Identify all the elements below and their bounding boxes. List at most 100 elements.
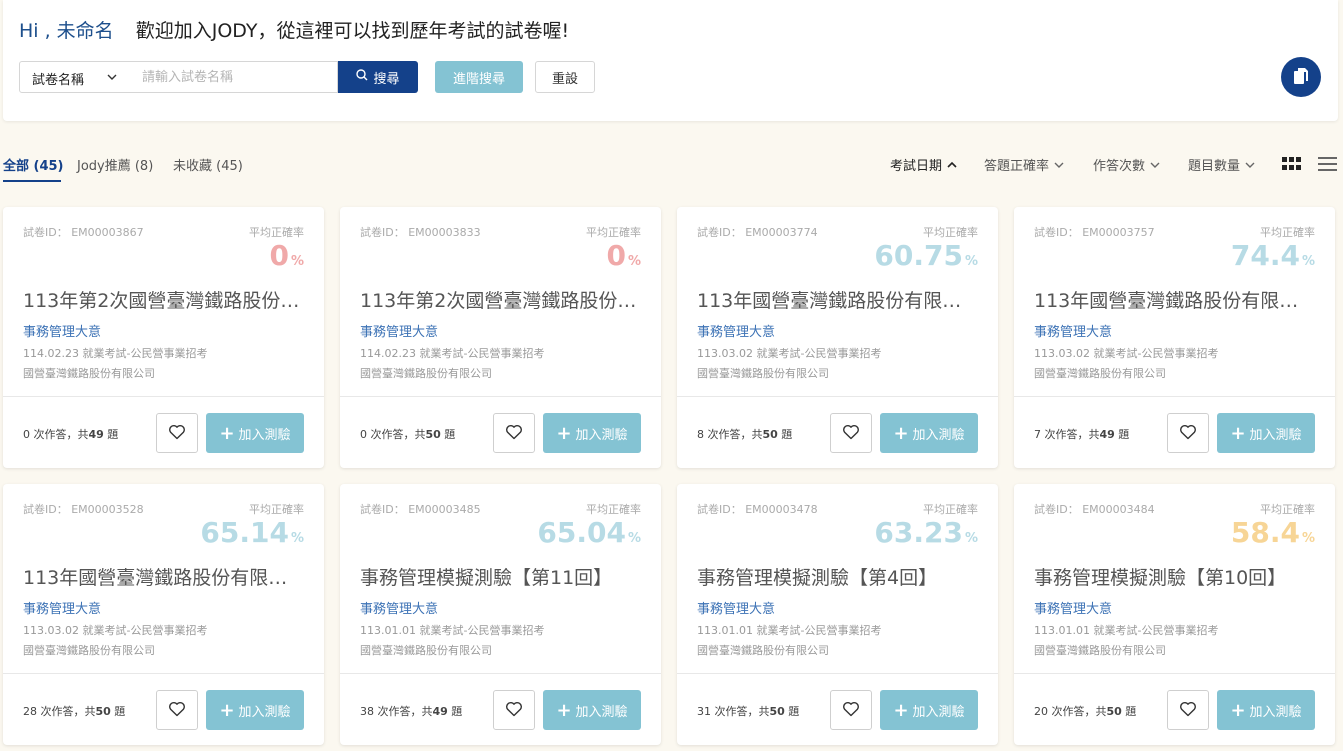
favorite-button[interactable]: [493, 690, 535, 730]
copy-document-button[interactable]: [1281, 57, 1321, 97]
exam-id: 試卷ID： EM00003484: [1034, 501, 1155, 517]
copy-document-icon: [1291, 66, 1311, 89]
advanced-search-button[interactable]: 進階搜尋: [435, 61, 523, 93]
avg-rate-label: 平均正確率: [249, 503, 304, 516]
exam-stats: 0 次作答，共49 題: [23, 426, 118, 442]
exam-subject[interactable]: 事務管理大意: [1034, 598, 1112, 617]
exam-card[interactable]: 試卷ID： EM00003774 平均正確率 60.75% 113年國營臺灣鐵路…: [677, 207, 998, 468]
exam-id: 試卷ID： EM00003867: [23, 224, 144, 240]
exam-title[interactable]: 113年國營臺灣鐵路股份有限公司: [1034, 286, 1314, 313]
plus-icon: +: [1230, 699, 1246, 721]
exam-subject[interactable]: 事務管理大意: [23, 321, 101, 340]
percent-sign: %: [627, 531, 641, 546]
percent-sign: %: [1301, 531, 1315, 546]
add-to-quiz-button[interactable]: + 加入測驗: [1217, 413, 1315, 453]
attempt-text: 次作答，共: [374, 705, 433, 718]
exam-subject[interactable]: 事務管理大意: [23, 598, 101, 617]
exam-stats: 38 次作答，共49 題: [360, 703, 462, 719]
search-button-label: 搜尋: [373, 71, 400, 87]
exam-title[interactable]: 事務管理模擬測驗【第4回】: [697, 563, 977, 590]
favorite-button[interactable]: [156, 690, 198, 730]
plus-icon: +: [1230, 422, 1246, 444]
question-count: 50: [762, 428, 778, 441]
add-to-quiz-button[interactable]: + 加入測驗: [880, 413, 978, 453]
search-button[interactable]: 搜尋: [338, 61, 418, 93]
exam-id-prefix: 試卷ID：: [697, 503, 746, 516]
exam-title[interactable]: 113年第2次國營臺灣鐵路股份有限公司: [360, 286, 640, 313]
sort-exam-date[interactable]: 考試日期: [890, 155, 958, 174]
exam-card[interactable]: 試卷ID： EM00003485 平均正確率 65.04% 事務管理模擬測驗【第…: [340, 484, 661, 745]
question-count: 49: [88, 428, 104, 441]
percent-sign: %: [964, 531, 978, 546]
grid-view-icon[interactable]: [1282, 157, 1302, 175]
question-unit: 題: [1114, 428, 1130, 441]
avg-rate-value: 65.04: [537, 516, 626, 549]
exam-card[interactable]: 試卷ID： EM00003484 平均正確率 58.4% 事務管理模擬測驗【第1…: [1014, 484, 1335, 745]
exam-card[interactable]: 試卷ID： EM00003478 平均正確率 63.23% 事務管理模擬測驗【第…: [677, 484, 998, 745]
add-to-quiz-label: 加入測驗: [912, 704, 965, 720]
exam-stats: 28 次作答，共50 題: [23, 703, 125, 719]
add-to-quiz-button[interactable]: + 加入測驗: [880, 690, 978, 730]
add-to-quiz-button[interactable]: + 加入測驗: [206, 690, 304, 730]
add-to-quiz-label: 加入測驗: [238, 427, 291, 443]
exam-card[interactable]: 試卷ID： EM00003833 平均正確率 0% 113年第2次國營臺灣鐵路股…: [340, 207, 661, 468]
add-to-quiz-label: 加入測驗: [575, 427, 628, 443]
exam-id-prefix: 試卷ID：: [697, 226, 746, 239]
exam-id-value: EM00003478: [745, 503, 818, 516]
exam-title[interactable]: 113年國營臺灣鐵路股份有限公司: [697, 286, 977, 313]
add-to-quiz-button[interactable]: + 加入測驗: [543, 413, 641, 453]
list-view-icon[interactable]: [1318, 156, 1338, 176]
exam-subject[interactable]: 事務管理大意: [697, 598, 775, 617]
add-to-quiz-label: 加入測驗: [912, 427, 965, 443]
exam-id-value: EM00003757: [1082, 226, 1155, 239]
attempt-text: 次作答，共: [1041, 428, 1100, 441]
exam-date-category: 113.01.01 就業考試-公民營事業招考: [1034, 624, 1219, 637]
favorite-button[interactable]: [156, 413, 198, 453]
attempt-count: 8: [697, 428, 704, 441]
tab-all[interactable]: 全部 (45): [3, 155, 64, 174]
search-field-select-value: 試卷名稱: [32, 73, 85, 88]
header-panel: Hi , 未命名 歡迎加入JODY，從這裡可以找到歷年考試的試卷喔! 試卷名稱 …: [3, 0, 1338, 121]
avg-rate-label: 平均正確率: [923, 226, 978, 239]
favorite-button[interactable]: [1167, 690, 1209, 730]
exam-subject[interactable]: 事務管理大意: [697, 321, 775, 340]
exam-subject[interactable]: 事務管理大意: [360, 598, 438, 617]
favorite-button[interactable]: [830, 413, 872, 453]
exam-subject[interactable]: 事務管理大意: [360, 321, 438, 340]
sort-attempts[interactable]: 作答次數: [1093, 155, 1161, 174]
question-count: 50: [769, 705, 785, 718]
add-to-quiz-button[interactable]: + 加入測驗: [1217, 690, 1315, 730]
card-divider: [1014, 396, 1335, 397]
question-count: 50: [1106, 705, 1122, 718]
add-to-quiz-button[interactable]: + 加入測驗: [206, 413, 304, 453]
favorite-button[interactable]: [493, 413, 535, 453]
percent-sign: %: [627, 254, 641, 269]
sort-question-count[interactable]: 題目數量: [1188, 155, 1256, 174]
favorite-button[interactable]: [830, 690, 872, 730]
add-to-quiz-button[interactable]: + 加入測驗: [543, 690, 641, 730]
chevron-down-icon: [1053, 159, 1065, 171]
sort-question-count-label: 題目數量: [1188, 159, 1241, 174]
search-field-select[interactable]: 試卷名稱: [19, 61, 131, 93]
sort-accuracy[interactable]: 答題正確率: [984, 155, 1065, 174]
attempt-text: 次作答，共: [367, 428, 426, 441]
exam-subject[interactable]: 事務管理大意: [1034, 321, 1112, 340]
search-input[interactable]: [130, 61, 338, 93]
exam-card[interactable]: 試卷ID： EM00003867 平均正確率 0% 113年第2次國營臺灣鐵路股…: [3, 207, 324, 468]
exam-organization: 國營臺灣鐵路股份有限公司: [697, 367, 829, 380]
reset-button[interactable]: 重設: [535, 61, 595, 93]
exam-id-prefix: 試卷ID：: [23, 503, 72, 516]
exam-title[interactable]: 事務管理模擬測驗【第11回】: [360, 563, 640, 590]
exam-title[interactable]: 113年國營臺灣鐵路股份有限公司: [23, 563, 303, 590]
question-unit: 題: [447, 705, 463, 718]
favorite-button[interactable]: [1167, 413, 1209, 453]
exam-id-value: EM00003774: [745, 226, 818, 239]
tab-unfavorited[interactable]: 未收藏 (45): [173, 155, 243, 174]
exam-card[interactable]: 試卷ID： EM00003528 平均正確率 65.14% 113年國營臺灣鐵路…: [3, 484, 324, 745]
exam-id-prefix: 試卷ID：: [1034, 226, 1083, 239]
tab-jody-recommended[interactable]: Jody推薦 (8): [77, 155, 153, 174]
exam-card[interactable]: 試卷ID： EM00003757 平均正確率 74.4% 113年國營臺灣鐵路股…: [1014, 207, 1335, 468]
exam-stats: 8 次作答，共50 題: [697, 426, 792, 442]
exam-title[interactable]: 事務管理模擬測驗【第10回】: [1034, 563, 1314, 590]
exam-title[interactable]: 113年第2次國營臺灣鐵路股份有限公司: [23, 286, 303, 313]
